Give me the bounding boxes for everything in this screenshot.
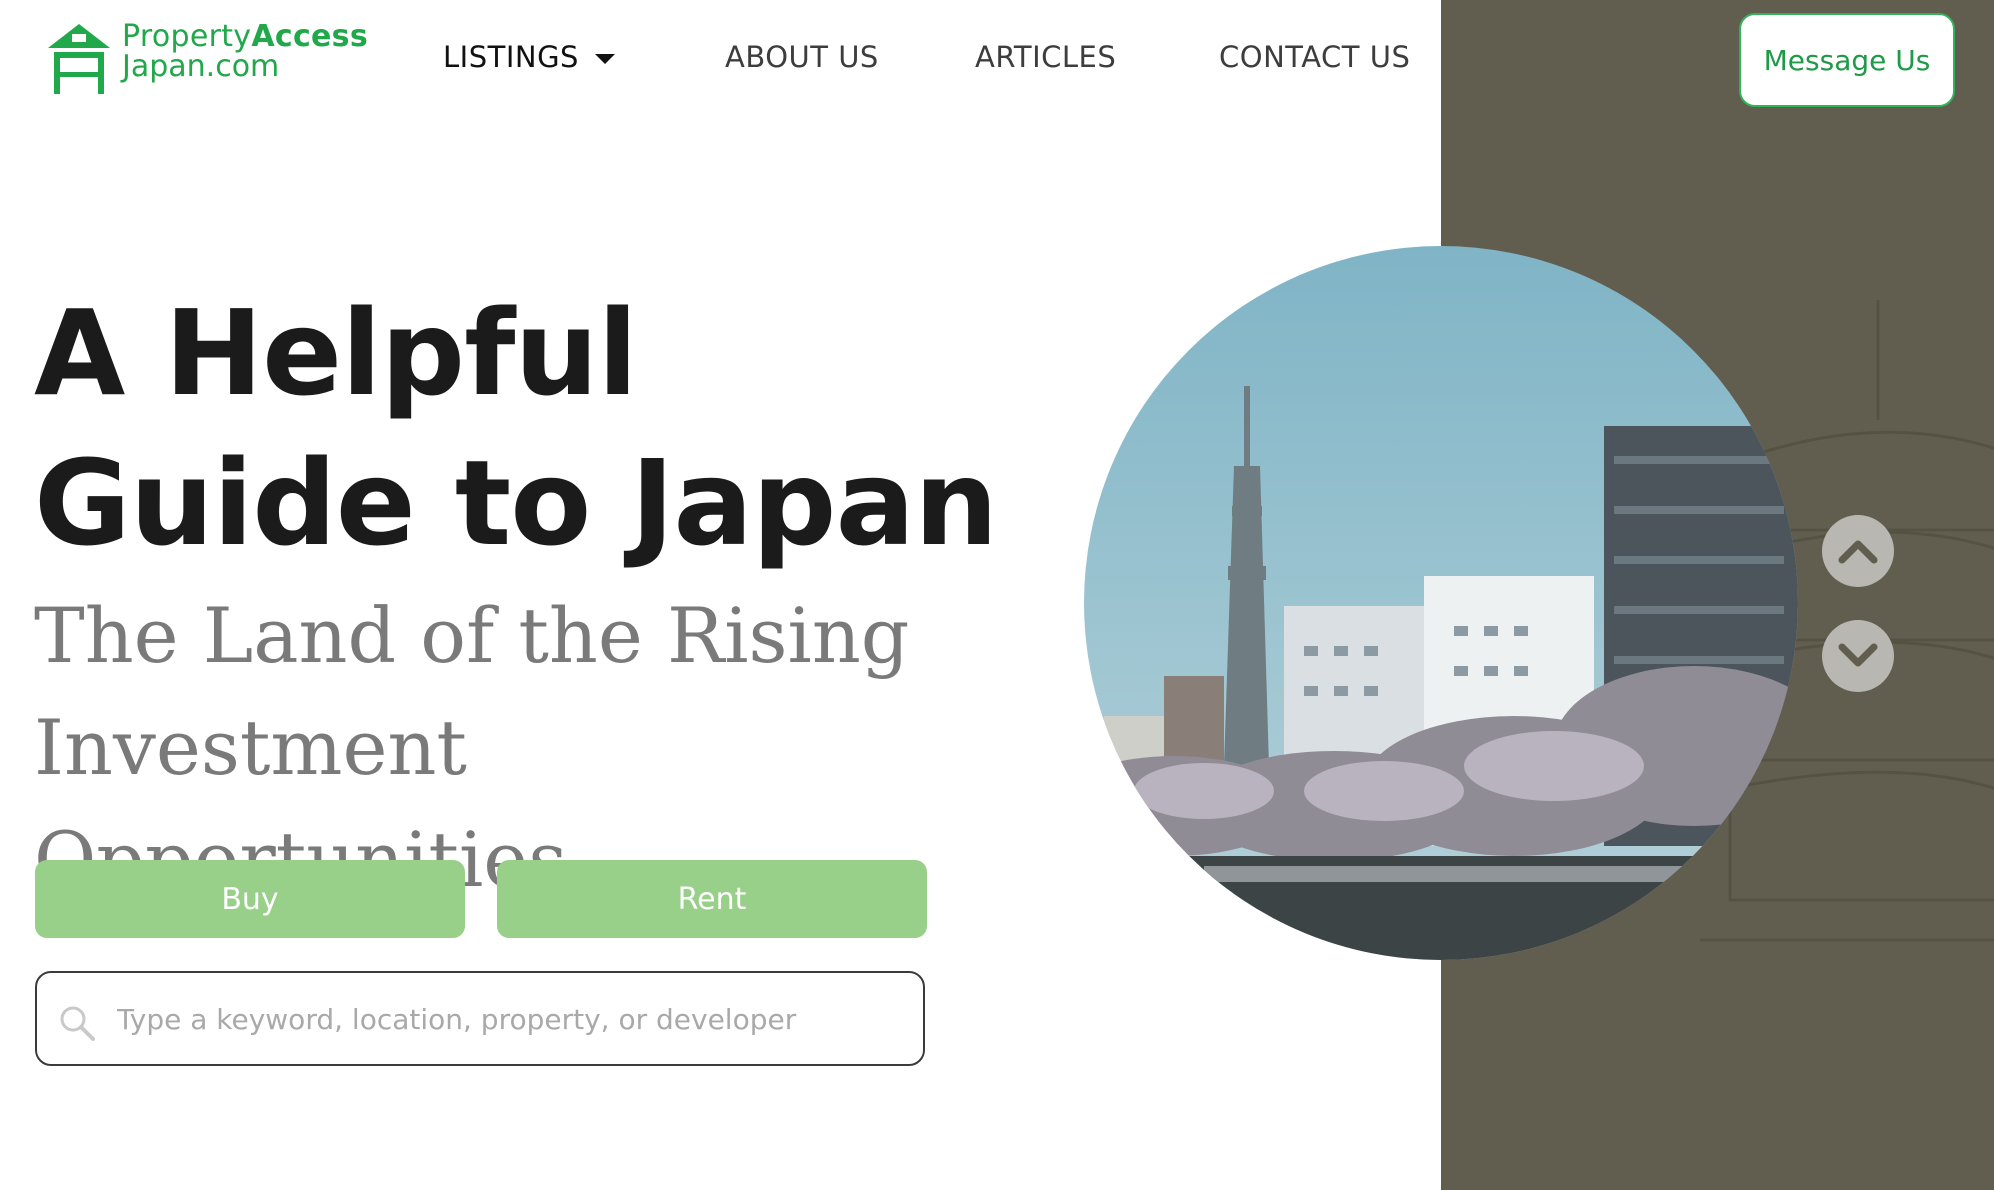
search-icon: [60, 1006, 95, 1041]
nav-articles[interactable]: ARTICLES: [975, 40, 1116, 80]
site-logo[interactable]: PropertyAccess Japan.com: [46, 22, 368, 94]
nav-listings[interactable]: LISTINGS: [443, 40, 615, 80]
carousel-up-button[interactable]: [1822, 515, 1894, 587]
nav-about-us[interactable]: ABOUT US: [725, 40, 879, 80]
nav-listings-label: LISTINGS: [443, 40, 579, 74]
caret-down-icon: [594, 54, 615, 64]
hero-title-line2: Guide to Japan: [34, 434, 998, 572]
hero-subtitle-line1: The Land of the Rising: [34, 591, 910, 680]
logo-wordmark: PropertyAccess Japan.com: [122, 22, 368, 82]
chevron-up-icon: [1838, 540, 1878, 564]
message-us-button[interactable]: Message Us: [1739, 13, 1955, 107]
house-gate-icon: [48, 24, 110, 94]
search-box[interactable]: [35, 971, 925, 1066]
rent-button[interactable]: Rent: [497, 860, 927, 938]
carousel-down-button[interactable]: [1822, 620, 1894, 692]
tokyo-skytree-cityscape-photo: [1084, 246, 1798, 960]
buy-button[interactable]: Buy: [35, 860, 465, 938]
hero-title: A Helpful Guide to Japan: [34, 278, 1094, 578]
nav-contact-us[interactable]: CONTACT US: [1219, 40, 1410, 80]
chevron-down-icon: [1838, 643, 1878, 667]
search-input[interactable]: [117, 983, 897, 1055]
hero-title-line1: A Helpful: [34, 284, 638, 422]
logo-text-domain: Japan.com: [122, 49, 280, 84]
